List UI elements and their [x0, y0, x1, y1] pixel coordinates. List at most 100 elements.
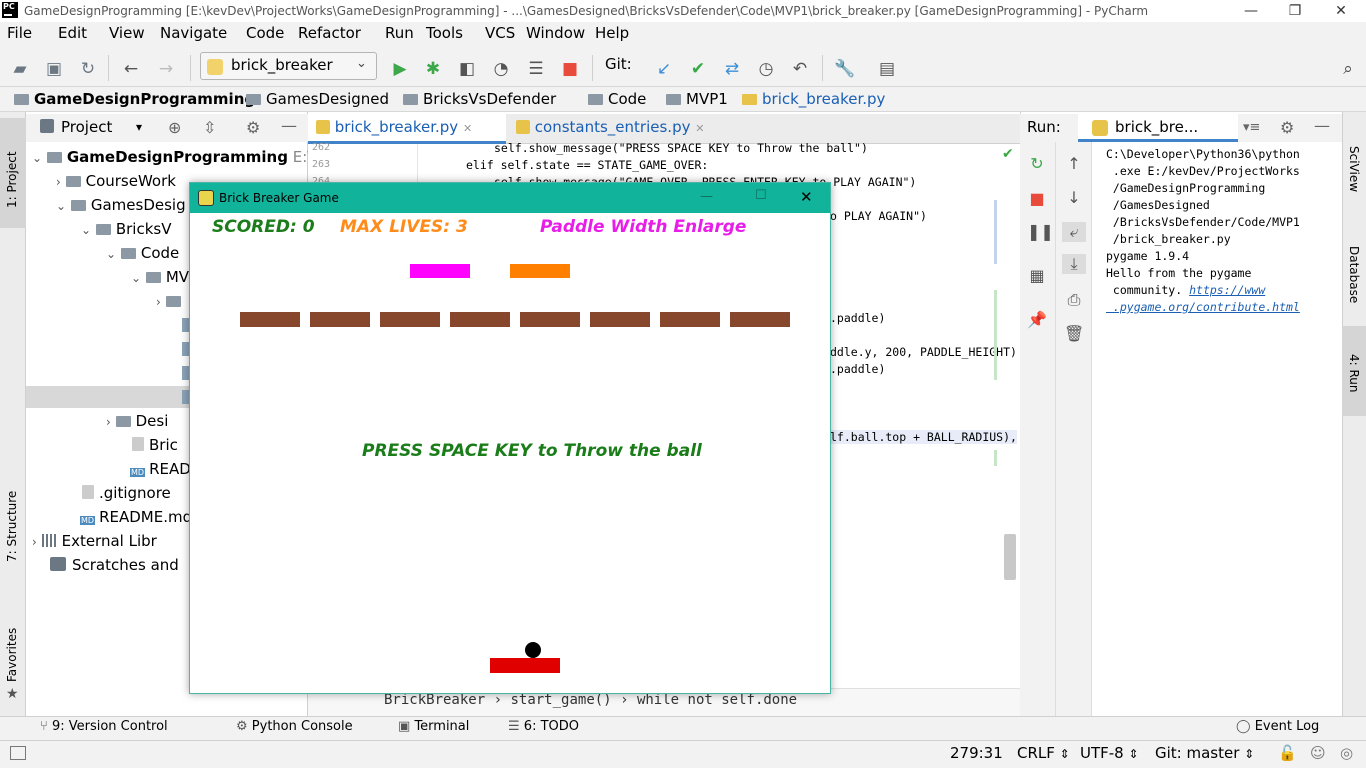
tab-version-control[interactable]: ⑂ 9: Version Control — [40, 719, 168, 734]
down-arrow-icon[interactable]: ↓ — [1064, 188, 1084, 208]
tree-node[interactable]: Bric — [132, 436, 178, 454]
breadcrumb-item[interactable]: BricksVsDefender — [403, 90, 556, 108]
minimize-button[interactable]: — — [1228, 0, 1274, 22]
print-icon[interactable]: ⎙ — [1064, 290, 1084, 310]
vcs-update-icon[interactable]: ↙ — [654, 59, 674, 79]
close-icon[interactable]: ✕ — [695, 122, 704, 135]
lock-icon[interactable]: 🔓 — [1278, 744, 1297, 762]
tab-todo[interactable]: ☰ 6: TODO — [508, 719, 579, 734]
history-icon[interactable]: ◷ — [756, 59, 776, 79]
sciview-tool-tab[interactable]: SciView — [1347, 146, 1361, 192]
breadcrumb-item[interactable]: MVP1 — [666, 90, 728, 108]
menu-navigate[interactable]: Navigate — [160, 24, 227, 42]
profile-icon[interactable]: ◔ — [491, 59, 511, 79]
tree-node[interactable]: › External Libr — [32, 532, 157, 550]
tab-python-console[interactable]: ⚙ Python Console — [236, 719, 353, 734]
settings-icon[interactable]: 🔧 — [834, 59, 855, 79]
chevron-down-icon[interactable]: ▾ — [136, 120, 142, 134]
tree-node-root[interactable]: ⌄ GameDesignProgramming E:\ — [32, 148, 312, 166]
git-branch[interactable]: Git: master ⇕ — [1155, 744, 1254, 762]
close-icon[interactable]: ✕ — [463, 122, 472, 135]
collapse-all-icon[interactable]: ⇳ — [203, 118, 216, 137]
rerun-icon[interactable]: ↻ — [1027, 154, 1047, 174]
vcs-compare-icon[interactable]: ⇄ — [722, 59, 742, 79]
target-icon[interactable]: ⊕ — [168, 118, 181, 137]
run-icon[interactable]: ▶ — [390, 59, 410, 79]
tab-event-log[interactable]: ◯ Event Log — [1236, 719, 1319, 734]
hide-panel-icon[interactable]: — — [281, 116, 297, 135]
gear-icon[interactable]: ⚙ — [246, 118, 260, 137]
tree-node[interactable]: .gitignore — [82, 484, 171, 502]
sync-icon[interactable]: ↻ — [78, 59, 98, 79]
tree-node[interactable]: › Desi — [106, 412, 168, 430]
editor-breadcrumb[interactable]: BrickBreaker › start_game() › while not … — [384, 692, 797, 708]
menu-code[interactable]: Code — [246, 24, 284, 42]
breadcrumb-item[interactable]: brick_breaker.py — [742, 90, 885, 108]
menu-vcs[interactable]: VCS — [485, 24, 515, 42]
menu-refactor[interactable]: Refactor — [298, 24, 361, 42]
notifications-icon[interactable]: ◎ — [1340, 744, 1353, 762]
menu-help[interactable]: Help — [595, 24, 629, 42]
console-link[interactable]: .pygame.org/contribute.html — [1106, 299, 1300, 316]
tree-node[interactable]: MD READ — [130, 460, 191, 478]
tree-node[interactable]: › — [156, 292, 186, 310]
caret-position[interactable]: 279:31 — [950, 744, 1003, 762]
menu-edit[interactable]: Edit — [58, 24, 87, 42]
restore-button[interactable]: ❐ — [1272, 0, 1318, 22]
search-icon[interactable]: ⌕ — [1338, 59, 1358, 79]
menu-tools[interactable]: Tools — [426, 24, 463, 42]
tree-node[interactable]: › CourseWork — [56, 172, 176, 190]
soft-wrap-icon[interactable]: ⤶ — [1062, 222, 1086, 242]
breadcrumb-item[interactable]: Code — [588, 90, 646, 108]
pin-icon[interactable]: 📌 — [1027, 310, 1047, 330]
line-separator[interactable]: CRLF ⇕ — [1017, 744, 1070, 762]
stop-icon[interactable]: ■ — [1027, 189, 1047, 209]
tree-node[interactable]: MD README.md — [80, 508, 192, 526]
pygame-close-button[interactable]: ✕ — [800, 188, 813, 206]
tree-node[interactable]: Scratches and — [50, 556, 179, 574]
up-arrow-icon[interactable]: ↑ — [1064, 154, 1084, 174]
forward-icon[interactable]: → — [156, 59, 176, 79]
concurrency-icon[interactable]: ☰ — [526, 59, 546, 79]
project-structure-icon[interactable]: ▤ — [877, 59, 897, 79]
revert-icon[interactable]: ↶ — [790, 59, 810, 79]
project-tool-tab[interactable]: 1: Project — [5, 151, 19, 208]
coverage-icon[interactable]: ◧ — [457, 59, 477, 79]
toggle-tool-windows-icon[interactable] — [10, 746, 26, 760]
project-panel-title[interactable]: Project — [61, 118, 112, 136]
pygame-minimize-button[interactable]: — — [700, 189, 713, 204]
gear-icon[interactable]: ⚙ — [1280, 118, 1294, 137]
menu-file[interactable]: File — [7, 24, 32, 42]
menu-view[interactable]: View — [109, 24, 145, 42]
structure-tool-tab[interactable]: 7: Structure — [5, 491, 19, 562]
save-icon[interactable]: ▣ — [44, 59, 64, 79]
run-tool-tab[interactable]: 4: Run — [1347, 354, 1361, 393]
vcs-commit-icon[interactable]: ✔ — [688, 59, 708, 79]
database-tool-tab[interactable]: Database — [1347, 246, 1361, 303]
editor-scrollbar-thumb[interactable] — [1004, 534, 1016, 580]
open-folder-icon[interactable]: ▰ — [10, 59, 30, 79]
back-icon[interactable]: ← — [121, 59, 141, 79]
tab-list-icon[interactable]: ▾≡ — [1243, 120, 1260, 135]
tree-node[interactable]: ⌄ Code — [106, 244, 179, 262]
hide-panel-icon[interactable]: — — [1314, 116, 1330, 135]
breadcrumb-item[interactable]: GamesDesigned — [246, 90, 389, 108]
tab-constants-entries[interactable]: constants_entries.py ✕ — [508, 114, 712, 144]
tree-node[interactable]: ⌄ MV — [131, 268, 189, 286]
layout-icon[interactable]: ▦ — [1027, 266, 1047, 286]
close-button[interactable]: ✕ — [1318, 0, 1364, 22]
trash-icon[interactable]: 🗑 — [1064, 324, 1084, 344]
file-encoding[interactable]: UTF-8 ⇕ — [1080, 744, 1139, 762]
favorites-tool-tab[interactable]: Favorites — [5, 628, 19, 682]
tab-brick-breaker[interactable]: brick_breaker.py ✕ — [308, 114, 506, 144]
run-config-name[interactable]: brick_bre... — [1115, 118, 1198, 136]
pygame-maximize-button[interactable]: ☐ — [755, 188, 767, 203]
hector-icon[interactable]: ☺ — [1310, 744, 1326, 762]
tree-node[interactable]: ⌄ BricksV — [81, 220, 171, 238]
breadcrumb-item[interactable]: GameDesignProgramming — [14, 90, 255, 108]
pause-icon[interactable]: ❚❚ — [1027, 222, 1054, 242]
scroll-to-end-icon[interactable]: ⤓ — [1062, 254, 1086, 274]
debug-icon[interactable]: ✱ — [423, 59, 443, 79]
run-configuration-select[interactable]: brick_breaker ⌄ — [200, 52, 377, 80]
stop-icon[interactable]: ■ — [560, 59, 580, 79]
